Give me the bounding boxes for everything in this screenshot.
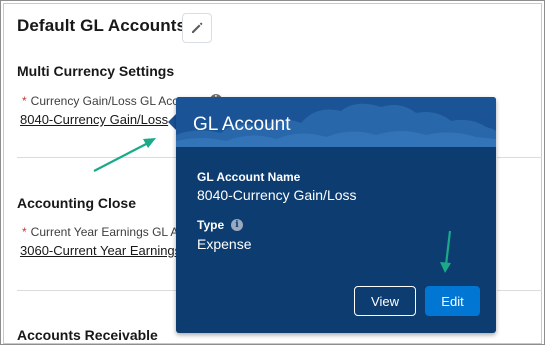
section-title-multi-currency: Multi Currency Settings [17,63,175,79]
required-marker: * [22,225,27,239]
current-year-earnings-label: * Current Year Earnings GL Ac [22,225,184,239]
gl-account-popover: GL Account GL Account Name 8040-Currency… [176,97,496,333]
popover-title: GL Account [193,114,291,135]
required-marker: * [22,94,27,108]
page-title: Default GL Accounts [17,16,187,35]
popover-header: GL Account [176,97,496,147]
edit-button[interactable] [182,13,212,43]
popover-edit-button[interactable]: Edit [425,286,480,316]
current-year-earnings-link[interactable]: 3060-Current Year Earnings [20,243,181,258]
field-label-text: Currency Gain/Loss GL Acc [30,94,179,108]
field-label-text: Current Year Earnings GL Ac [30,225,185,239]
gl-account-name-label: GL Account Name [197,170,301,184]
currency-gain-loss-link[interactable]: 8040-Currency Gain/Loss [20,112,168,127]
pencil-icon [192,22,203,33]
divider [17,290,177,291]
divider [497,157,542,158]
currency-gain-loss-label: * Currency Gain/Loss GL Acc [22,94,178,108]
section-title-accounting-close: Accounting Close [17,195,137,211]
view-button[interactable]: View [354,286,416,316]
type-label: Type [197,218,225,232]
annotation-arrow-icon [440,230,452,273]
type-value: Expense [197,236,252,252]
gl-account-name-value: 8040-Currency Gain/Loss [197,187,357,203]
section-title-accounts-receivable: Accounts Receivable [17,327,158,343]
annotation-arrow-icon [93,138,156,172]
info-icon[interactable]: i [231,219,243,231]
divider [497,290,542,291]
